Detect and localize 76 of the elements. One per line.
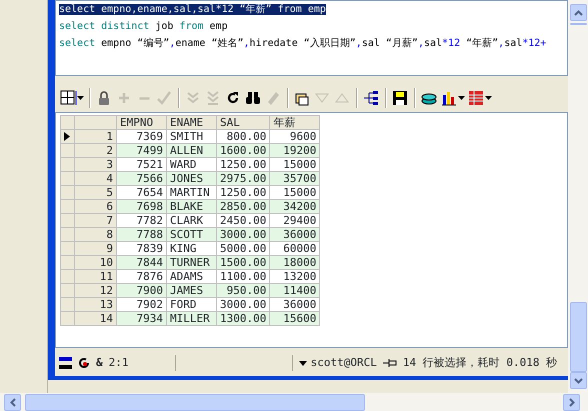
column-header[interactable]: 年薪 [270, 116, 320, 130]
code-line: select empno “编号”,ename “姓名”,hiredate “入职日期”,sal “月薪”,sal*12 “年薪”,sal*12+ [59, 36, 548, 51]
binoculars-icon [245, 90, 262, 106]
row-number: 9 [74, 242, 116, 256]
row-number: 2 [74, 144, 116, 158]
code-line: select distinct job from emp [59, 20, 229, 34]
scroll-thumb[interactable] [570, 302, 586, 372]
table-cell: 7566 [116, 172, 166, 186]
table-cell: 2975.00 [216, 172, 270, 186]
check-icon [156, 90, 173, 106]
row-number: 13 [74, 298, 116, 312]
table-cell: 7844 [116, 256, 166, 270]
minus-icon [139, 96, 150, 100]
row-number: 5 [74, 186, 116, 200]
vertical-scrollbar[interactable] [568, 0, 588, 393]
row-number: 11 [74, 270, 116, 284]
row-number: 3 [74, 158, 116, 172]
cursor-position: 2:1 [108, 354, 130, 371]
caret-icon [77, 96, 84, 100]
horizontal-scrollbar[interactable] [0, 393, 588, 411]
column-header[interactable]: ENAME [166, 116, 216, 130]
caret-icon [298, 360, 307, 366]
column-header[interactable]: EMPNO [116, 116, 166, 130]
table-cell: SCOTT [166, 228, 216, 242]
table-cell: ALLEN [166, 144, 216, 158]
scroll-down-button[interactable] [570, 372, 586, 389]
caret-icon [485, 96, 492, 100]
row-number: 4 [74, 172, 116, 186]
save-icon [392, 90, 409, 106]
status-symbol: & [96, 354, 103, 371]
row-number: 8 [74, 228, 116, 242]
table-icon [468, 90, 485, 106]
column-header[interactable]: SAL [216, 116, 270, 130]
scroll-left-button[interactable] [4, 394, 21, 410]
row-number: 1 [74, 130, 116, 144]
row-number: 10 [74, 256, 116, 270]
panes-icon [59, 357, 72, 369]
table-cell: 35700 [270, 172, 320, 186]
table-cell: 950.00 [216, 284, 270, 298]
table-cell: 1600.00 [216, 144, 270, 158]
table-cell: 18000 [270, 256, 320, 270]
table-cell: 1300.00 [216, 312, 270, 326]
table-cell: 7698 [116, 200, 166, 214]
row-number: 12 [74, 284, 116, 298]
table-cell: 36000 [270, 228, 320, 242]
row-number: 14 [74, 312, 116, 326]
table-cell: 34200 [270, 200, 320, 214]
caret-icon [458, 96, 465, 100]
scroll-up-button[interactable] [570, 4, 586, 21]
table-cell: 2850.00 [216, 200, 270, 214]
connection-selector[interactable]: scott@ORCL [298, 354, 377, 372]
table-cell: 19200 [270, 144, 320, 158]
scroll-right-button[interactable] [563, 394, 580, 410]
table-cell: 7499 [116, 144, 166, 158]
table-cell: JAMES [166, 284, 216, 298]
table-cell: BLAKE [166, 200, 216, 214]
table-cell: 7788 [116, 228, 166, 242]
bar-chart-icon [441, 90, 458, 106]
table-cell: 11400 [270, 284, 320, 298]
table-cell: 15600 [270, 312, 320, 326]
table-cell: MILLER [166, 312, 216, 326]
table-cell: 7900 [116, 284, 166, 298]
table-cell: JONES [166, 172, 216, 186]
grid-icon [60, 90, 77, 106]
table-cell: 7934 [116, 312, 166, 326]
scroll-thumb[interactable] [25, 394, 365, 410]
sql-editor[interactable]: select empno,ename,sal,sal*12 “年薪” from emp select distinct job from emp select empno “编号”,ename “姓名”,hiredate “入职日期”,sal “月薪”,sal*12 “年薪”,sal*12+ [55, 0, 568, 76]
row-number: 7 [74, 214, 116, 228]
table-cell: TURNER [166, 256, 216, 270]
row-number: 6 [74, 200, 116, 214]
pin-icon [382, 358, 397, 368]
tree-diagram-icon [363, 90, 380, 106]
table-cell: 1500.00 [216, 256, 270, 270]
current-row-icon [64, 132, 70, 142]
table-cell: 3000.00 [216, 228, 270, 242]
status-message: 14 行被选择，耗时 0.018 秒 [402, 354, 558, 371]
